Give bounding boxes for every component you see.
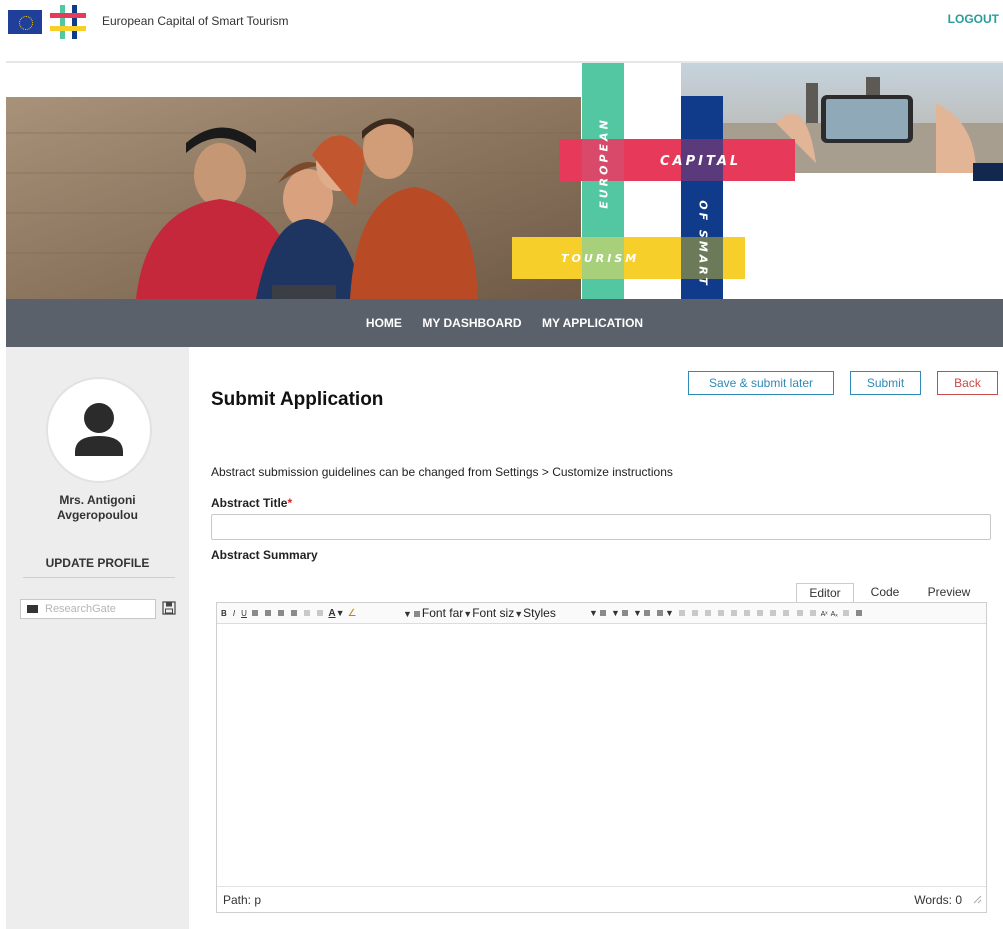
list-and-table-buttons: ▼ ▼ ▼ ▼ Aˣ Aₓ [589,606,864,620]
formatting-buttons: B I U A▼ ∠ [221,608,357,619]
hero-word-capital: CAPITAL [660,154,742,169]
tab-preview[interactable]: Preview [918,583,980,603]
indent-icon[interactable] [643,610,650,617]
remove-format-icon[interactable] [317,610,324,617]
main-content: Submit Application Save & submit later S… [189,347,1003,929]
update-profile-link[interactable]: UPDATE PROFILE [6,556,189,570]
font-selectors: ▼ Font far▼Font siz▼Styles [403,606,556,620]
underline-icon[interactable]: U [241,609,247,618]
horizontal-line-icon[interactable] [842,610,849,617]
hero-word-tourism: TOURISM [561,252,640,265]
main-navigation: HOME MY DASHBOARD MY APPLICATION [6,299,1003,347]
table-row-props-icon[interactable] [783,610,790,617]
image-icon[interactable] [855,610,862,617]
required-marker: * [287,496,293,510]
text-color-icon[interactable]: A [328,608,335,619]
guidelines-text: Abstract submission guidelines can be ch… [211,465,673,479]
styles-select[interactable]: Styles [523,606,556,620]
logout-link[interactable]: LOGOUT [948,12,999,26]
nav-home[interactable]: HOME [366,299,402,347]
table-cell-props-icon[interactable] [796,610,803,617]
table-remove-icon[interactable] [809,610,816,617]
table-row-icon[interactable] [678,610,685,617]
table-props-icon[interactable] [770,610,777,617]
hero-banner-graphic [6,63,1003,299]
subscript-icon[interactable]: Aₓ [831,611,838,618]
eu-flag-icon [8,10,42,34]
user-silhouette-icon [75,403,123,456]
highlight-icon[interactable]: ∠ [348,608,357,619]
editor-path: Path: p [223,893,262,907]
table-icon[interactable] [656,610,663,617]
researchgate-placeholder: ResearchGate [45,603,116,615]
editor-statusbar: Path: p Words: 0 [217,886,986,912]
editor-content-area[interactable] [217,624,986,885]
horizontal-rule-icon[interactable] [304,610,311,617]
tab-code[interactable]: Code [858,583,912,603]
align-center-icon[interactable] [265,610,272,617]
flag-icon [27,605,38,613]
sidebar-divider [23,577,175,578]
abstract-title-label: Abstract Title* [211,496,292,510]
site-title: European Capital of Smart Tourism [102,14,289,28]
nav-my-dashboard[interactable]: MY DASHBOARD [422,299,521,347]
table-col-icon[interactable] [692,610,698,617]
back-button[interactable]: Back [937,371,998,395]
word-count: Words: 0 [914,893,962,907]
italic-icon[interactable]: I [233,609,235,618]
profile-sidebar: Mrs. Antigoni Avgeropoulou UPDATE PROFIL… [6,347,189,929]
table-merge-icon[interactable] [718,610,725,617]
user-name-line1: Mrs. Antigoni [59,493,136,507]
avatar [46,377,152,483]
block-format-icon[interactable] [413,611,420,618]
table-insert-icon[interactable] [757,610,764,617]
save-submit-later-button[interactable]: Save & submit later [688,371,834,395]
table-cell-icon[interactable] [705,610,712,617]
tab-editor[interactable]: Editor [796,583,854,603]
abstract-title-label-text: Abstract Title [211,496,288,510]
superscript-icon[interactable]: Aˣ [821,611,828,618]
user-name-line2: Avgeropoulou [57,508,138,522]
nav-my-application[interactable]: MY APPLICATION [542,299,643,347]
rich-text-editor: B I U A▼ ∠ ▼ Font far▼Font siz▼Styles ▼ ▼… [216,602,987,913]
bold-icon[interactable]: B [221,609,227,618]
table-split-icon[interactable] [731,610,738,617]
table-delete-icon[interactable] [744,610,751,617]
align-right-icon[interactable] [278,610,285,617]
hero-banner: EUROPEAN CAPITAL OF SMART TOURISM [6,63,1003,299]
hero-word-european: EUROPEAN [597,117,611,209]
align-justify-icon[interactable] [291,610,298,617]
researchgate-field[interactable]: ResearchGate [20,599,156,619]
editor-toolbar: B I U A▼ ∠ ▼ Font far▼Font siz▼Styles ▼ ▼… [217,603,986,624]
resize-handle-icon[interactable] [973,895,982,904]
ordered-list-icon[interactable] [599,610,606,617]
hero-word-of-smart: OF SMART [696,200,710,288]
abstract-summary-label: Abstract Summary [211,548,318,562]
save-disk-icon[interactable] [162,601,176,615]
align-left-icon[interactable] [251,610,258,617]
page-title: Submit Application [211,389,384,410]
smart-tourism-logo-icon [50,5,86,39]
top-header: European Capital of Smart Tourism LOGOUT [0,0,1003,63]
submit-button[interactable]: Submit [850,371,921,395]
font-family-select[interactable]: Font far [422,606,463,620]
abstract-title-input[interactable] [211,514,991,540]
font-size-select[interactable]: Font siz [472,606,514,620]
user-name: Mrs. Antigoni Avgeropoulou [6,493,189,523]
unordered-list-icon[interactable] [621,610,628,617]
